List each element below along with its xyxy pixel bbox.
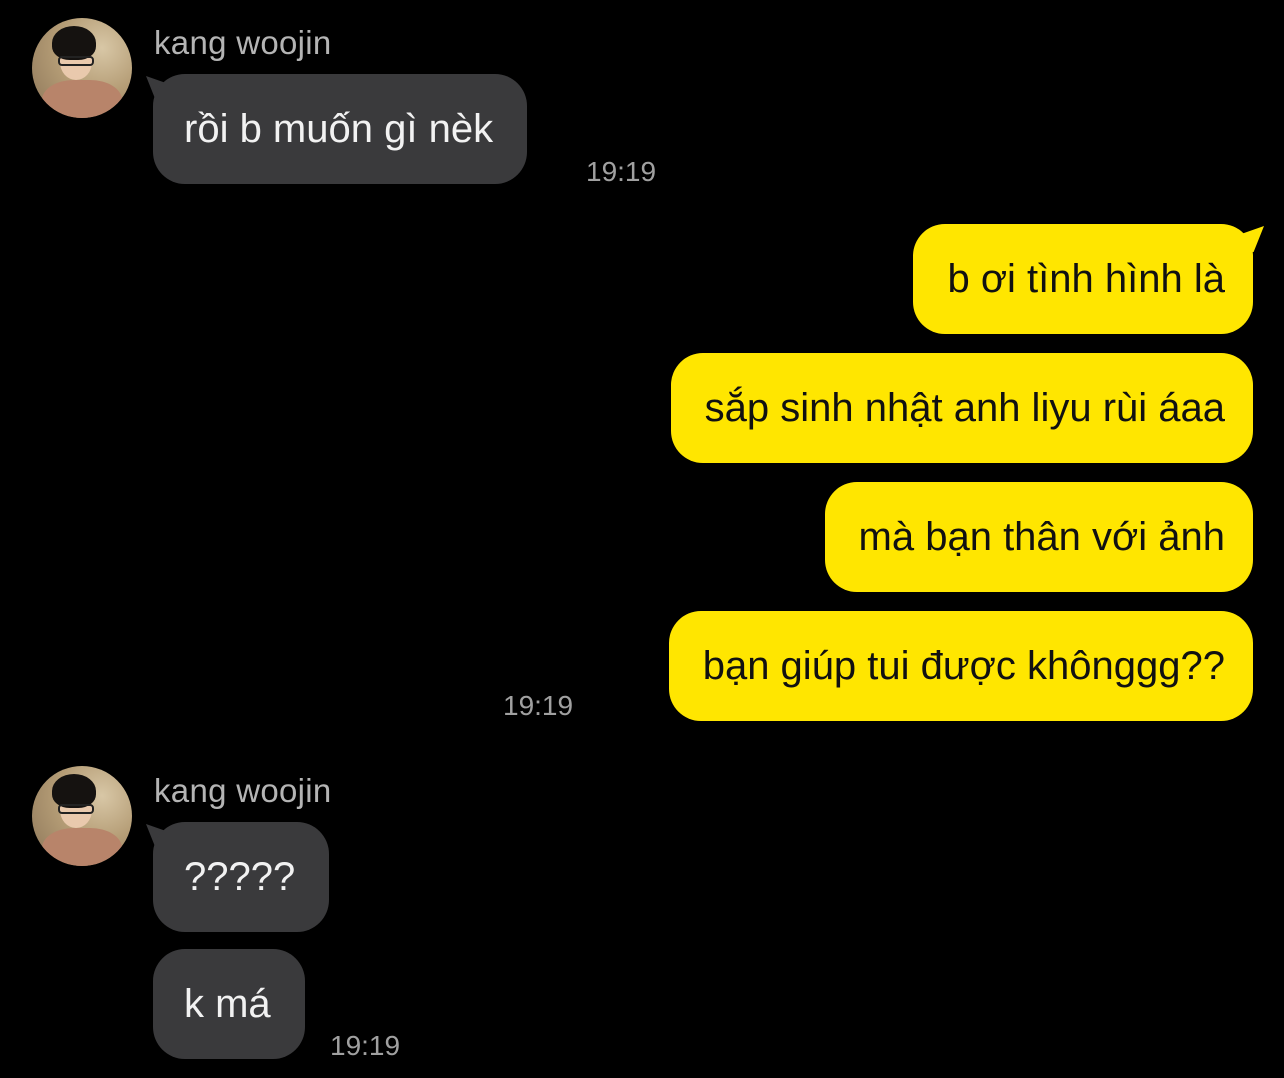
sender-name: kang woojin [154, 24, 332, 61]
message-timestamp: 19:19 [586, 156, 657, 187]
avatar[interactable] [32, 18, 132, 118]
message-bubble-outgoing[interactable]: mà bạn thân với ảnh [824, 482, 1253, 592]
sender-name: kang woojin [154, 772, 332, 809]
message-timestamp: 19:19 [330, 1030, 401, 1061]
avatar[interactable] [32, 766, 132, 866]
message-bubble-outgoing[interactable]: sắp sinh nhật anh liyu rùi áaa [670, 353, 1253, 463]
message-timestamp: 19:19 [503, 690, 574, 721]
message-bubble-outgoing[interactable]: bạn giúp tui được khônggg?? [668, 611, 1253, 721]
message-bubble-incoming[interactable]: k má [153, 949, 305, 1059]
message-bubble-incoming[interactable]: ????? [153, 822, 330, 932]
message-bubble-incoming[interactable]: rồi b muốn gì nèk [153, 74, 528, 184]
message-bubble-outgoing[interactable]: b ơi tình hình là [913, 224, 1253, 334]
